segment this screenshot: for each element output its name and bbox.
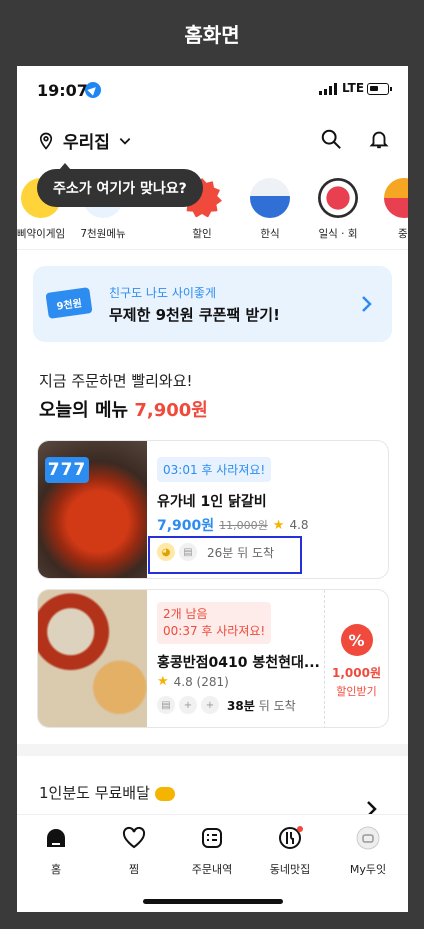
address-tooltip[interactable]: 주소가 여기가 맞나요?: [37, 163, 203, 207]
bottom-tab-bar: 홈 찜 주문내역 동네맛집 My두잇: [17, 814, 408, 912]
tab-label: 찜: [128, 863, 140, 876]
section-title-text: 오늘의 메뉴: [39, 400, 129, 421]
address-label: 우리집: [63, 133, 110, 153]
coupon-amount: 1,000원: [332, 666, 381, 680]
chevron-right-icon: [362, 296, 372, 312]
highlight-box: [148, 536, 302, 574]
banner-title: 무제한 9천원 쿠폰팩 받기!: [109, 306, 280, 324]
coupon-button[interactable]: % 1,000원 할인받기: [324, 590, 388, 727]
current-price: 7,900원: [157, 518, 215, 534]
star-icon: ★: [157, 674, 169, 689]
original-price: 11,000원: [219, 519, 268, 532]
phone-screen: 19:07 LTE 우리집 삐약이게임 7천원메뉴 할인 한식 일식 · 회 중…: [17, 66, 408, 912]
remaining-badge: 2개 남음 00:37 후 사라져요!: [157, 602, 272, 644]
777-badge: 777: [45, 457, 89, 483]
battery-icon: [367, 83, 392, 95]
banner-subtitle: 친구도 나도 사이좋게: [109, 286, 216, 300]
signal-icon: [319, 83, 337, 95]
price-row: 7,900원 11,000원 ★ 4.8: [157, 515, 309, 535]
sushi-icon: [318, 178, 358, 218]
tab-label: 동네맛집: [269, 863, 311, 876]
category-label: 일식 · 회: [318, 228, 358, 240]
address-selector[interactable]: 우리집: [37, 128, 132, 153]
remaining-count: 2개 남음: [163, 607, 208, 621]
section-title: 오늘의 메뉴 7,900원: [39, 396, 208, 422]
rating-row: ★ 4.8 (281): [157, 674, 229, 689]
card-info: 2개 남음 00:37 후 사라져요! 홍콩반점0410 봉천현대... ★ 4…: [157, 590, 324, 727]
restaurant-menu-name: 홍콩반점0410 봉천현대...: [157, 655, 320, 671]
timer-text: 00:37 후 사라져요!: [163, 623, 266, 638]
restaurant-icon: [279, 826, 303, 849]
section-subtitle: 지금 주문하면 빨리와요!: [39, 372, 193, 390]
tab-home[interactable]: 홈: [21, 825, 91, 877]
tab-my[interactable]: My두잇: [333, 825, 403, 877]
category-item[interactable]: 일식 · 회: [308, 178, 368, 241]
receipt-icon: [202, 828, 222, 848]
rice-bowl-icon: [250, 178, 290, 218]
header-actions: [320, 128, 390, 150]
home-icon: [47, 829, 65, 847]
section-title-price: 7,900원: [134, 400, 208, 421]
category-label: 한식: [260, 228, 280, 240]
divider: [17, 249, 408, 250]
tab-label: 홈: [50, 863, 62, 876]
free-delivery-title[interactable]: 1인분도 무료배달: [39, 782, 175, 803]
coupon-banner[interactable]: 9천원 친구도 나도 사이좋게 무제한 9천원 쿠폰팩 받기!: [33, 266, 392, 342]
category-item[interactable]: 중: [374, 178, 408, 241]
coupon-label: 할인받기: [336, 685, 377, 698]
status-time: 19:07: [37, 81, 88, 100]
location-arrow-icon: [85, 82, 101, 98]
restaurant-menu-name: 유가네 1인 닭갈비: [157, 494, 267, 510]
tab-label: 주문내역: [191, 863, 233, 876]
category-label: 7천원메뉴: [80, 228, 126, 240]
menu-card[interactable]: 777 03:01 후 사라져요! 유가네 1인 닭갈비 7,900원 11,0…: [37, 440, 389, 579]
tab-orders[interactable]: 주문내역: [177, 825, 247, 877]
eta-text: 뒤 도착: [258, 698, 296, 713]
star-icon: ★: [272, 517, 285, 533]
home-indicator[interactable]: [143, 899, 283, 904]
timer-badge: 03:01 후 사라져요!: [157, 457, 272, 482]
network-label: LTE: [342, 81, 365, 95]
tab-local-restaurants[interactable]: 동네맛집: [255, 825, 325, 877]
rating: 4.8 (281): [173, 674, 229, 689]
food-image: [38, 590, 147, 727]
profile-icon: [356, 826, 380, 850]
plus-icon: +: [201, 696, 219, 714]
chevron-down-icon: [119, 137, 131, 145]
coupon-icon: %: [340, 624, 373, 656]
food-image: 777: [38, 441, 147, 578]
section-gap: [17, 744, 408, 756]
menu-card[interactable]: 2개 남음 00:37 후 사라져요! 홍콩반점0410 봉천현대... ★ 4…: [37, 589, 389, 728]
heart-icon: [122, 826, 146, 849]
eta-minutes: 38분: [227, 698, 255, 713]
location-pin-icon: [39, 132, 53, 150]
status-bar: 19:07 LTE: [17, 66, 408, 114]
category-label: 중: [398, 228, 408, 240]
frame-title: 홈화면: [184, 22, 240, 47]
category-label: 삐약이게임: [17, 228, 66, 240]
bell-icon[interactable]: [368, 128, 390, 150]
search-icon[interactable]: [320, 128, 342, 150]
rating: 4.8: [289, 518, 309, 532]
plus-icon: +: [179, 696, 197, 714]
free-delivery-text: 1인분도 무료배달: [39, 784, 150, 802]
ticket-icon: 9천원: [45, 287, 93, 319]
tab-favorites[interactable]: 찜: [99, 825, 169, 877]
scooter-icon: [154, 786, 175, 801]
chinese-food-icon: [384, 178, 408, 218]
category-label: 할인: [192, 228, 212, 240]
delivery-icon: ▤: [157, 696, 175, 714]
tab-label: My두잇: [349, 863, 387, 876]
category-item[interactable]: 한식: [240, 178, 300, 241]
eta-row: ▤ + + 38분 뒤 도착: [157, 696, 296, 714]
